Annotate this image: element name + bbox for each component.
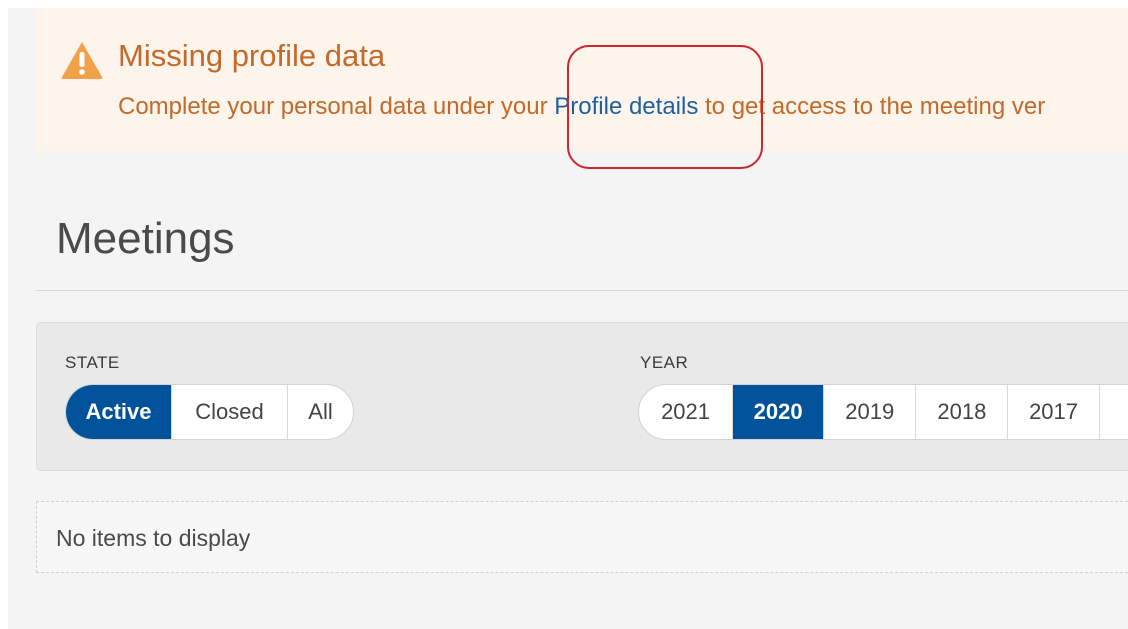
filters-panel: STATE Active Closed All YEAR 2021 2020 2…: [36, 322, 1128, 471]
year-option-2018[interactable]: 2018: [916, 385, 1009, 439]
page: Missing profile data Complete your perso…: [8, 8, 1128, 629]
divider: [36, 290, 1128, 291]
warning-triangle-icon: [61, 42, 103, 79]
year-option-2019[interactable]: 2019: [824, 385, 917, 439]
year-option-2021[interactable]: 2021: [639, 385, 734, 439]
state-option-closed[interactable]: Closed: [172, 385, 288, 439]
year-option-more[interactable]: [1100, 385, 1128, 439]
results-empty-state: No items to display: [36, 501, 1128, 573]
year-option-2017[interactable]: 2017: [1008, 385, 1100, 439]
empty-message: No items to display: [56, 525, 251, 551]
alert-message-text-tail: to get access to the meeting ver: [698, 93, 1046, 120]
year-filter-toggle: 2021 2020 2019 2018 2017: [638, 384, 1128, 440]
alert-message: Complete your personal data under your P…: [118, 93, 1045, 121]
year-option-2020[interactable]: 2020: [733, 385, 825, 439]
state-option-active[interactable]: Active: [66, 385, 172, 439]
state-filter-toggle: Active Closed All: [65, 384, 354, 440]
year-filter-label: YEAR: [640, 353, 689, 372]
alert-message-text: Complete your personal data under your: [118, 93, 555, 120]
alert-title: Missing profile data: [118, 38, 386, 73]
page-title: Meetings: [56, 214, 235, 263]
missing-profile-alert: Missing profile data Complete your perso…: [36, 8, 1128, 151]
state-filter-label: STATE: [65, 353, 120, 372]
state-option-all[interactable]: All: [288, 385, 353, 439]
profile-details-link[interactable]: Profile details: [554, 93, 698, 120]
